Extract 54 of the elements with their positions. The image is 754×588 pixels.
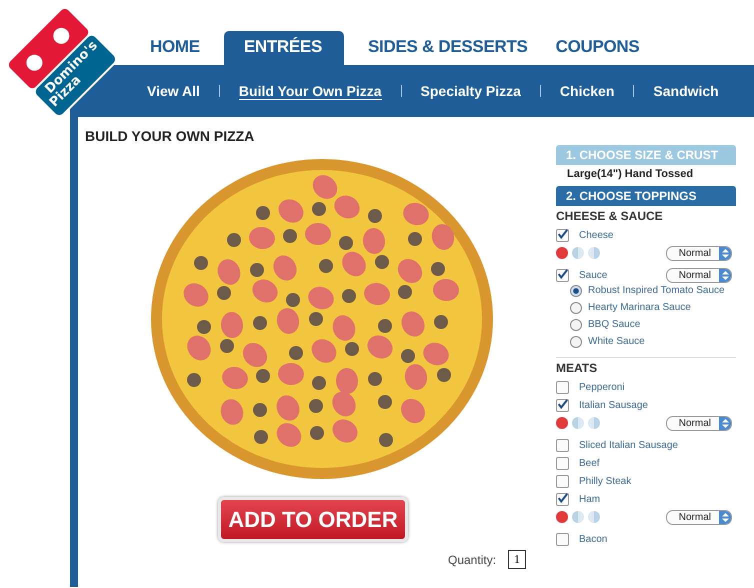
coverage-icon[interactable] xyxy=(556,247,568,259)
checkbox[interactable] xyxy=(556,532,569,546)
topping-label: White Sauce xyxy=(588,335,645,349)
quantity-label: Quantity: xyxy=(448,552,496,566)
checkbox[interactable] xyxy=(556,456,569,470)
checkbox[interactable] xyxy=(556,380,569,394)
amount-select[interactable]: Normal xyxy=(666,510,732,524)
stepper-icon xyxy=(719,268,731,282)
amount-select[interactable]: Normal xyxy=(666,416,732,430)
checkbox[interactable] xyxy=(556,474,569,488)
section-heading: CHEESE & SAUCE xyxy=(556,209,664,223)
topping-label: Italian Sausage xyxy=(579,400,648,410)
coverage-icon[interactable] xyxy=(556,417,568,429)
checkbox[interactable] xyxy=(556,398,569,412)
step-header[interactable]: 2. CHOOSE TOPPINGS xyxy=(556,186,736,206)
page-title: BUILD YOUR OWN PIZZA xyxy=(85,128,254,144)
radio-button[interactable] xyxy=(570,302,582,314)
amount-select[interactable]: Normal xyxy=(666,246,732,260)
stepper-icon xyxy=(719,246,731,260)
subnav-link[interactable]: Specialty Pizza xyxy=(420,83,521,99)
quantity-field[interactable]: 1 xyxy=(508,550,526,569)
topping-label: Pepperoni xyxy=(579,382,625,392)
topping-label: Philly Steak xyxy=(579,476,632,486)
radio-button[interactable] xyxy=(570,319,582,331)
checkbox[interactable] xyxy=(556,268,569,282)
checkbox[interactable] xyxy=(556,492,569,506)
subnav-link[interactable]: Build Your Own Pizza xyxy=(238,82,382,100)
topping-label: Beef xyxy=(579,458,600,468)
stepper-icon xyxy=(719,510,731,524)
topping-label: Sliced Italian Sausage xyxy=(579,440,678,450)
nav-tab[interactable]: COUPONS xyxy=(542,33,654,65)
coverage-icon[interactable] xyxy=(556,511,568,523)
subnav-link[interactable]: Sandwich xyxy=(653,83,719,99)
topping-label: Ham xyxy=(579,494,600,504)
section-heading: MEATS xyxy=(556,361,598,375)
radio-button[interactable] xyxy=(570,336,582,348)
topping-label: BBQ Sauce xyxy=(588,318,640,332)
topping-label: Robust Inspired Tomato Sauce xyxy=(588,284,725,298)
topping-label: Bacon xyxy=(579,534,608,544)
topping-label: Hearty Marinara Sauce xyxy=(588,301,691,315)
subnav-link[interactable]: View All xyxy=(147,83,200,99)
checkbox[interactable] xyxy=(556,438,569,452)
size-summary: Large(14") Hand Tossed xyxy=(566,167,694,182)
stepper-icon xyxy=(719,416,731,430)
nav-tab[interactable]: ENTRÉES xyxy=(224,31,344,65)
topping-label: Cheese xyxy=(579,230,614,240)
topping-label: Sauce xyxy=(579,270,608,280)
checkbox[interactable] xyxy=(556,228,569,242)
add-to-order-button[interactable]: ADD TO ORDER xyxy=(218,497,408,542)
radio-button[interactable] xyxy=(570,285,582,297)
amount-select[interactable]: Normal xyxy=(666,268,732,282)
subnav-link[interactable]: Chicken xyxy=(560,83,614,99)
nav-tab[interactable]: HOME xyxy=(150,33,214,65)
nav-tab[interactable]: SIDES & DESSERTS xyxy=(354,33,542,65)
